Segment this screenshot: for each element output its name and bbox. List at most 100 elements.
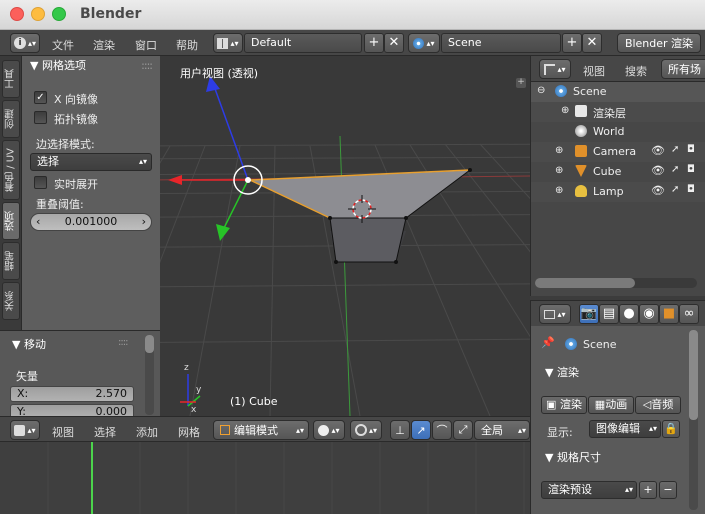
tab-options[interactable]: 选项	[2, 202, 20, 240]
screen-layout-field[interactable]: Default	[244, 33, 362, 53]
mode-selector[interactable]: 编辑模式 ▴▾	[213, 420, 309, 440]
eye-icon[interactable]: 👁	[651, 144, 665, 157]
tab-scene[interactable]: ●	[619, 304, 639, 324]
menu-mesh[interactable]: 网格	[178, 424, 200, 440]
expand-icon[interactable]: ⊕	[555, 145, 563, 156]
outliner[interactable]: ⊖ Scene ⊕ 渲染层 World ⊕ Camera 👁 ➚ ◘ ⊕ Cub…	[530, 82, 705, 296]
remove-preset-button[interactable]: −	[659, 481, 677, 499]
mesh-vertex[interactable]	[468, 168, 472, 172]
render-camera-icon[interactable]: ◘	[687, 184, 695, 195]
expand-icon[interactable]: ⊕	[555, 165, 563, 176]
render-audio-button[interactable]: ◁音频	[635, 396, 681, 414]
x-mirror-checkbox[interactable]: ✓	[34, 91, 47, 104]
dimensions-panel-header[interactable]: ▼ 规格尺寸	[537, 447, 687, 469]
vector-x-field[interactable]: X: 2.570	[10, 386, 134, 402]
expand-icon[interactable]: ⊕	[555, 185, 563, 196]
transform-orientation-selector[interactable]: 全局 ▴▾	[474, 420, 530, 440]
viewport-shading-button[interactable]: ▴▾	[313, 420, 345, 440]
tab-object[interactable]: ■	[659, 304, 679, 324]
tab-create[interactable]: 创建	[2, 100, 20, 138]
mesh-vertex[interactable]	[404, 216, 408, 220]
edge-select-mode-dropdown[interactable]: 选择 ▴▾	[30, 153, 152, 171]
outliner-row-cube[interactable]: ⊕ Cube 👁 ➚ ◘	[531, 162, 705, 182]
viewport-canvas[interactable]: z y x	[160, 56, 530, 416]
manipulator-toggle[interactable]: ⊥	[390, 420, 410, 440]
render-panel-header[interactable]: ▼ 渲染	[537, 362, 687, 384]
render-presets-dropdown[interactable]: 渲染预设 ▴▾	[541, 481, 637, 499]
menu-window[interactable]: 窗口	[135, 37, 157, 53]
render-still-button[interactable]: ▣ 渲染	[541, 396, 587, 414]
close-window-button[interactable]	[10, 7, 24, 21]
pin-icon[interactable]: 📌	[541, 336, 555, 349]
cursor-icon[interactable]: ➚	[671, 164, 679, 175]
scene-selector-button[interactable]: ▴▾	[408, 33, 440, 53]
properties-region-toggle[interactable]: +	[516, 78, 526, 88]
live-unwrap-checkbox[interactable]	[34, 176, 47, 189]
editor-type-button[interactable]: ▴▾	[539, 59, 571, 79]
minimize-window-button[interactable]	[31, 7, 45, 21]
remove-layout-button[interactable]: ✕	[384, 33, 404, 53]
tab-tools[interactable]: 工具	[2, 60, 20, 98]
scrollbar-thumb[interactable]	[689, 330, 698, 420]
outliner-row-camera[interactable]: ⊕ Camera 👁 ➚ ◘	[531, 142, 705, 162]
outliner-h-scrollbar[interactable]	[535, 278, 697, 288]
screen-layout-button[interactable]: ▴▾	[213, 33, 243, 53]
drag-handle-icon[interactable]: ::::	[118, 337, 129, 348]
render-camera-icon[interactable]: ◘	[687, 144, 695, 155]
operator-header[interactable]: ▼ 移动	[12, 336, 46, 352]
scrollbar-thumb[interactable]	[535, 278, 635, 288]
double-threshold-field[interactable]: ‹ 0.001000 ›	[30, 213, 152, 231]
mesh-vertex[interactable]	[328, 216, 332, 220]
tab-world[interactable]: ◉	[639, 304, 659, 324]
outliner-row-lamp[interactable]: ⊕ Lamp 👁 ➚ ◘	[531, 182, 705, 202]
outliner-row-render-layers[interactable]: ⊕ 渲染层	[531, 102, 705, 122]
drag-handle-icon[interactable]: ::::	[141, 56, 153, 76]
menu-help[interactable]: 帮助	[176, 37, 198, 53]
operator-scrollbar[interactable]	[145, 335, 154, 415]
manipulator-center-dot[interactable]	[245, 177, 251, 183]
remove-scene-button[interactable]: ✕	[582, 33, 602, 53]
zoom-window-button[interactable]	[52, 7, 66, 21]
menu-view[interactable]: 视图	[52, 424, 74, 440]
3d-viewport[interactable]: z y x 用户视图 (透视) (1) Cube +	[160, 56, 530, 416]
cursor-icon[interactable]: ➚	[671, 144, 679, 155]
editor-type-button[interactable]: ▴▾	[539, 304, 571, 324]
tab-render-layers[interactable]: ▤	[599, 304, 619, 324]
display-mode-dropdown[interactable]: 图像编辑 ▴▾	[589, 420, 661, 438]
lock-interface-button[interactable]: 🔒	[662, 420, 680, 438]
add-preset-button[interactable]: +	[639, 481, 657, 499]
collapse-icon[interactable]: ⊖	[537, 85, 545, 96]
render-animation-button[interactable]: ▦动画	[588, 396, 634, 414]
expand-icon[interactable]: ⊕	[561, 105, 569, 116]
tab-relations[interactable]: 关系	[2, 282, 20, 320]
render-camera-icon[interactable]: ◘	[687, 164, 695, 175]
outliner-row-scene[interactable]: ⊖ Scene	[531, 82, 705, 102]
mesh-options-header[interactable]: ▼ 网格选项 ::::	[22, 56, 160, 76]
tab-render[interactable]: 📷	[579, 304, 599, 324]
mesh-top-face[interactable]	[249, 169, 472, 219]
manipulator-x-arrow-icon[interactable]	[168, 175, 182, 185]
menu-file[interactable]: 文件	[52, 37, 74, 53]
tab-shading-uv[interactable]: 着色 / UV	[2, 140, 20, 200]
translate-manipulator-button[interactable]: ↗	[411, 420, 431, 440]
display-mode-selector[interactable]: 所有场	[661, 59, 705, 79]
scene-name-field[interactable]: Scene	[441, 33, 561, 53]
mesh-vertex[interactable]	[334, 260, 338, 264]
mesh-vertex[interactable]	[394, 260, 398, 264]
editor-type-button[interactable]: i ▴▾	[10, 33, 40, 53]
scale-manipulator-button[interactable]: ⤢	[453, 420, 473, 440]
menu-render[interactable]: 渲染	[93, 37, 115, 53]
add-layout-button[interactable]: +	[364, 33, 384, 53]
add-scene-button[interactable]: +	[562, 33, 582, 53]
tab-constraints[interactable]: ∞	[679, 304, 699, 324]
scrollbar-thumb[interactable]	[145, 335, 154, 353]
decrement-arrow-icon[interactable]: ‹	[36, 214, 40, 230]
menu-add[interactable]: 添加	[136, 424, 158, 440]
menu-view[interactable]: 视图	[583, 63, 605, 79]
eye-icon[interactable]: 👁	[651, 184, 665, 197]
render-engine-selector[interactable]: Blender 渲染	[617, 33, 701, 53]
increment-arrow-icon[interactable]: ›	[142, 214, 146, 230]
properties-scrollbar[interactable]	[689, 330, 698, 510]
timeline-area[interactable]	[0, 442, 530, 514]
mesh-front-face[interactable]	[329, 217, 407, 263]
